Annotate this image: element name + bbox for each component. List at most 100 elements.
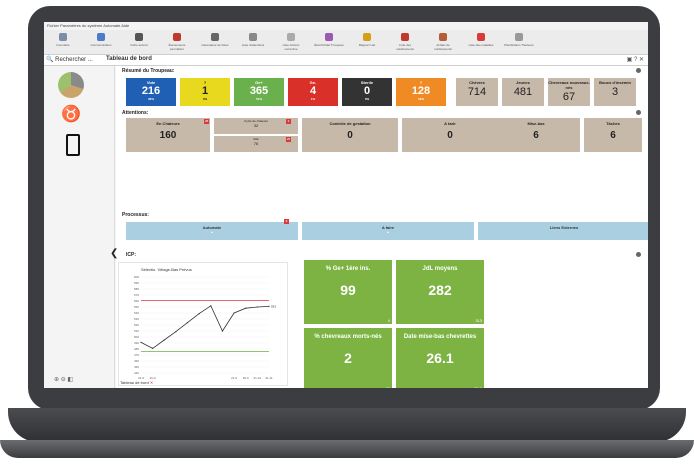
footer-tab[interactable]: Tableau de bord ✕ [120,380,153,385]
summary-tile[interactable]: ? 128 18% [396,78,446,106]
phone-icon[interactable] [66,134,80,156]
y-tick-label: 450 [134,365,139,369]
dashboard: Résumé du Troupeau: Vide 216 30%? 1 0% Ge+ 365… [110,66,648,388]
y-tick-label: 570 [134,293,139,297]
toolbar-label: Inventaire [56,43,70,47]
list-icon [211,33,219,41]
title-bar: 🔍 Rechercher ... Tableau de bord ▣ ? ✕ [44,55,648,66]
menu-bar[interactable]: Fichier Paramètres du système Automate A… [44,22,648,30]
tile-label: Chevreaux nouveaux-nés [548,80,590,90]
toolbar-label: Liste des maladies [468,43,494,47]
toolbar-button[interactable]: Achats de médicaments [428,32,458,52]
antenna-icon [97,33,105,41]
wrench-icon [287,33,295,41]
tile-percent: 18% [417,97,424,101]
summary-tile[interactable]: Sterile 0 0% [342,78,392,106]
kpi-tile[interactable]: % chevreaux morts-nés 2 32 [304,328,392,388]
process-tile[interactable]: Liens Externes [478,222,648,240]
data-point [175,331,177,333]
toolbar-button[interactable]: Fiche animal [124,32,154,52]
y-tick-label: 590 [134,281,139,285]
kpi-tile[interactable]: JdL moyens 282 313 [396,260,484,324]
tile-percent: 1% [310,97,316,101]
close-icon[interactable]: ✕ [150,380,153,385]
toolbar-button[interactable]: Communication [86,32,116,52]
sidebar: ♉ ⊕ ⊖ ◧ [44,66,115,388]
toolbar-label: Achats de médicaments [434,43,452,51]
tile-label: Contrôle de gestation [329,121,371,126]
toolbar-button[interactable]: Liste des médicaments [390,32,420,52]
toolbar-button[interactable]: Inventaire [48,32,78,52]
x-tick-label: 31-11 [265,376,273,380]
toolbar-button[interactable]: Rapport Lait [352,32,382,52]
count-tile[interactable]: Chevreaux nouveaux-nés 67 [548,78,590,106]
goat-head-icon[interactable]: ♉ [60,106,82,124]
x-tick-label: 31-10 [254,376,262,380]
summary-tile[interactable]: Ge+ 365 51% [234,78,284,106]
count-tile[interactable]: Chèvres 714 [456,78,498,106]
tile-percent: 51% [255,97,262,101]
tile-label: Liens Externes [549,225,579,230]
laptop-base-lip [0,440,694,458]
count-tile[interactable]: Jeunes 481 [502,78,544,106]
attention-tile[interactable]: En Chaleurs 160 28 [126,118,210,152]
data-point [186,322,189,324]
pie-chart-icon[interactable] [58,72,84,98]
alert-badge: 3 [284,219,289,224]
attention-tile[interactable]: Mise-bas 6 [492,118,580,152]
kpi-value: 2 [344,350,352,366]
tile-percent: 0% [364,97,370,101]
toolbar: Inventaire Communication Fiche animal Évène… [44,30,648,55]
y-tick-label: 470 [134,353,139,357]
toolbar-label: Rapport Lait [358,43,376,47]
gear-icon[interactable] [636,110,641,115]
screen: Fichier Paramètres du système Automate A… [44,22,648,388]
data-point [233,312,235,314]
kpi-tile[interactable]: Date mise-bas chevrettes 26.1 23.2 [396,328,484,388]
tile-value: 0 [447,130,453,141]
summary-tile[interactable]: ? 1 0% [180,78,230,106]
toolbar-label: Liste des médicaments [396,43,414,51]
toolbar-button[interactable]: Planification Tracteurs [504,32,534,52]
kpi-sub-value: 4 [387,318,390,323]
window-buttons[interactable]: ▣ ? ✕ [627,56,644,63]
attention-tile[interactable]: Contrôle de gestation 0 [302,118,398,152]
y-tick-label: 580 [134,287,139,291]
kpi-label: Date mise-bas chevrettes [403,334,477,340]
toolbar-button[interactable]: Liste Actions corrective [276,32,306,52]
summary-tile[interactable]: Vide 216 30% [126,78,176,106]
tile-label: Tâches [606,121,620,126]
data-point [268,305,270,307]
toolbar-button[interactable]: État Perfdét Troupeau [314,32,344,52]
toolbar-button[interactable]: Évènements journaliers [162,32,192,52]
toolbar-button[interactable]: Liste des maladies [466,32,496,52]
tile-value: 0 [347,130,353,141]
kpi-tile[interactable]: % Ge+ 1ère ins. 99 4 [304,260,392,324]
attention-tile[interactable]: Tâches 6 [584,118,642,152]
data-point [152,347,154,349]
toolbar-button[interactable]: Liste d'attentions [238,32,268,52]
cycle-tile[interactable]: Cycle de chaleurs 32 3 [214,118,298,134]
gear-icon[interactable] [636,252,641,257]
tile-value: 67 [562,91,576,103]
count-tile[interactable]: Boucs d'insémin 3 [594,78,636,106]
attention-tile[interactable]: A tarir 0 [402,118,498,152]
toolbar-button[interactable]: Générateur de listes [200,32,230,52]
gear-icon[interactable] [636,68,641,73]
kpi-value: 282 [428,282,452,298]
cycle-tile[interactable]: Vide 76 25 [214,136,298,152]
milk-icon [363,33,371,41]
toolbar-label: Fiche animal [130,43,148,47]
process-tile[interactable]: Automate ⌄ 3 [126,219,298,240]
data-point [140,341,142,343]
summary-tile[interactable]: Ge- 4 1% [288,78,338,106]
cross-icon [477,33,485,41]
sidebar-bottom-icons[interactable]: ⊕ ⊖ ◧ [54,376,73,383]
kpi-label: % chevreaux morts-nés [314,334,382,340]
tab-title[interactable]: Tableau de bord [106,56,152,62]
kpi-value: 26.1 [426,350,454,366]
tile-value: 714 [467,86,487,98]
collapse-chevron-icon[interactable]: ❮ [110,248,118,259]
search-field[interactable]: 🔍 Rechercher ... [46,56,102,64]
process-tile[interactable]: A faire ⌄ [302,222,474,240]
